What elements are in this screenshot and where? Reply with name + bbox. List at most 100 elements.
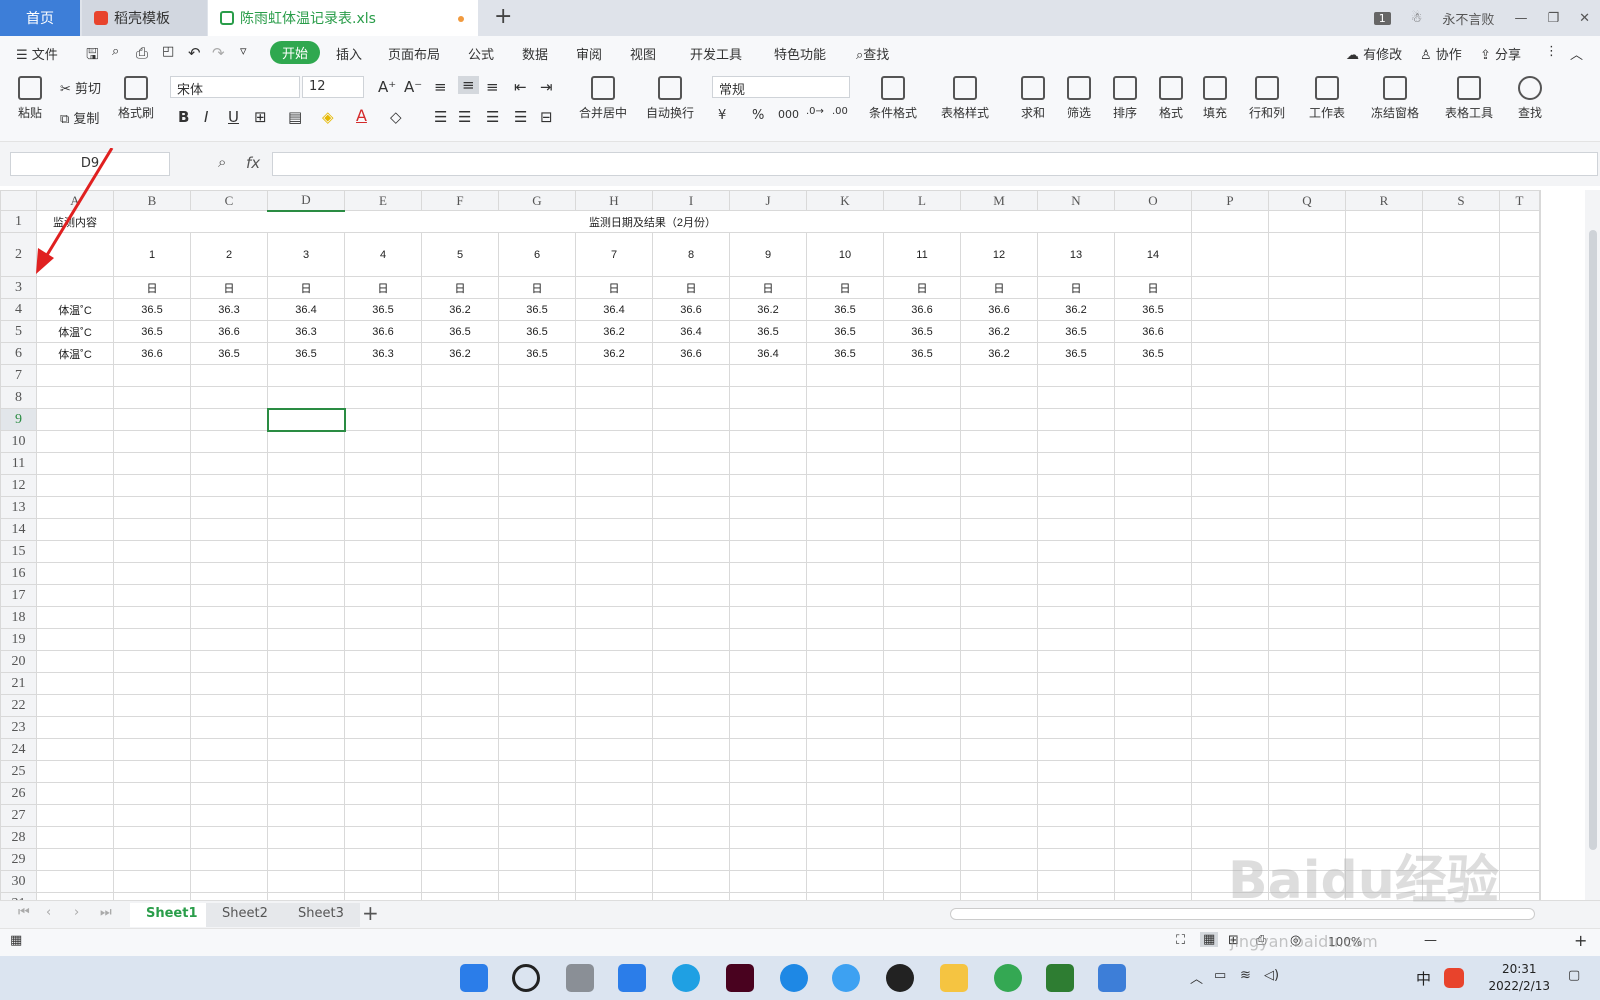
fill-button[interactable]: 填充 <box>1198 76 1232 121</box>
cell[interactable] <box>36 518 114 541</box>
cell[interactable] <box>575 452 653 475</box>
cell[interactable] <box>190 892 268 900</box>
cell-unit[interactable]: 日 <box>960 276 1038 299</box>
cell[interactable] <box>1268 694 1346 717</box>
cell[interactable] <box>1268 628 1346 651</box>
cell[interactable] <box>1345 760 1423 783</box>
worksheet-button[interactable]: 工作表 <box>1304 76 1350 121</box>
cell[interactable] <box>806 518 884 541</box>
cell[interactable] <box>1539 848 1541 871</box>
cell[interactable] <box>652 540 730 563</box>
cell[interactable] <box>1037 650 1115 673</box>
cell[interactable] <box>806 672 884 695</box>
cell[interactable] <box>421 826 499 849</box>
next-sheet-icon[interactable]: › <box>74 905 79 920</box>
cell[interactable] <box>1422 782 1500 805</box>
cell[interactable] <box>1345 628 1423 651</box>
cell[interactable] <box>883 584 961 607</box>
vertical-scroll-thumb[interactable] <box>1589 230 1597 850</box>
cell[interactable] <box>1114 430 1192 453</box>
menu-view[interactable]: 视图 <box>630 44 656 63</box>
cell[interactable] <box>729 804 807 827</box>
cell[interactable] <box>498 870 576 893</box>
cell[interactable] <box>883 408 961 431</box>
cell[interactable] <box>1345 716 1423 739</box>
menu-data[interactable]: 数据 <box>522 44 548 63</box>
cell[interactable] <box>652 408 730 431</box>
cell[interactable] <box>1268 804 1346 827</box>
cell[interactable] <box>190 474 268 497</box>
row-header[interactable]: 18 <box>0 606 37 629</box>
save-icon[interactable]: 🖫 <box>86 44 99 69</box>
cell[interactable] <box>344 430 422 453</box>
column-header[interactable]: C <box>190 190 268 211</box>
cell[interactable] <box>575 672 653 695</box>
cell[interactable] <box>113 628 191 651</box>
cell[interactable] <box>421 694 499 717</box>
cell[interactable] <box>344 364 422 387</box>
cell[interactable] <box>36 716 114 739</box>
cell-row-label[interactable]: 体温˚C <box>36 342 114 365</box>
cell[interactable] <box>960 364 1038 387</box>
cell-temperature[interactable]: 36.5 <box>1037 342 1115 365</box>
align-left-icon[interactable]: ☰ <box>434 108 447 126</box>
cell[interactable] <box>729 716 807 739</box>
cell[interactable] <box>1114 738 1192 761</box>
cell[interactable] <box>344 562 422 585</box>
cell[interactable] <box>1191 518 1269 541</box>
cell[interactable] <box>421 892 499 900</box>
cell[interactable] <box>1268 562 1346 585</box>
border-icon[interactable]: ⊞ <box>254 108 267 126</box>
cell[interactable] <box>1037 606 1115 629</box>
cell[interactable] <box>1345 782 1423 805</box>
cell[interactable] <box>806 694 884 717</box>
cell[interactable] <box>1037 826 1115 849</box>
vertical-scrollbar[interactable] <box>1585 190 1600 900</box>
cell[interactable] <box>421 386 499 409</box>
cell[interactable] <box>1037 452 1115 475</box>
cell[interactable] <box>883 694 961 717</box>
cell[interactable] <box>575 892 653 900</box>
cell[interactable] <box>1539 694 1541 717</box>
cell[interactable] <box>806 738 884 761</box>
cell[interactable] <box>806 540 884 563</box>
cell[interactable] <box>267 562 345 585</box>
cell[interactable] <box>883 430 961 453</box>
align-middle-icon[interactable]: ≡ <box>458 76 479 94</box>
cell[interactable] <box>1268 584 1346 607</box>
column-header[interactable]: K <box>806 190 884 211</box>
cell[interactable] <box>190 782 268 805</box>
cell[interactable] <box>267 452 345 475</box>
font-grow-icon[interactable]: A⁺ <box>378 78 396 96</box>
column-header[interactable] <box>1539 190 1541 211</box>
cell[interactable] <box>344 826 422 849</box>
cell[interactable] <box>652 694 730 717</box>
cell[interactable] <box>1422 320 1500 343</box>
cell[interactable] <box>498 892 576 900</box>
sum-button[interactable]: 求和 <box>1016 76 1050 121</box>
row-header[interactable]: 7 <box>0 364 37 387</box>
cell[interactable] <box>1422 232 1500 277</box>
underline-icon[interactable]: U <box>228 108 239 126</box>
cell[interactable] <box>1191 628 1269 651</box>
cell[interactable] <box>190 738 268 761</box>
cell[interactable] <box>190 694 268 717</box>
cell[interactable] <box>960 386 1038 409</box>
cell-temperature[interactable]: 36.5 <box>344 298 422 321</box>
cell[interactable] <box>1191 804 1269 827</box>
cell[interactable] <box>113 540 191 563</box>
cell[interactable] <box>806 364 884 387</box>
cell[interactable] <box>113 606 191 629</box>
cell[interactable] <box>1037 848 1115 871</box>
cell[interactable] <box>960 408 1038 431</box>
menu-review[interactable]: 审阅 <box>576 44 602 63</box>
cell[interactable] <box>806 804 884 827</box>
column-header[interactable]: R <box>1345 190 1423 211</box>
cell-day[interactable]: 5 <box>421 232 499 277</box>
cell[interactable] <box>806 474 884 497</box>
thousands-icon[interactable]: 000 <box>778 108 799 121</box>
cell-temperature[interactable]: 36.6 <box>652 342 730 365</box>
folder-icon[interactable] <box>940 964 968 992</box>
share-button[interactable]: ⇪ 分享 <box>1480 44 1521 63</box>
qq-icon[interactable] <box>886 964 914 992</box>
